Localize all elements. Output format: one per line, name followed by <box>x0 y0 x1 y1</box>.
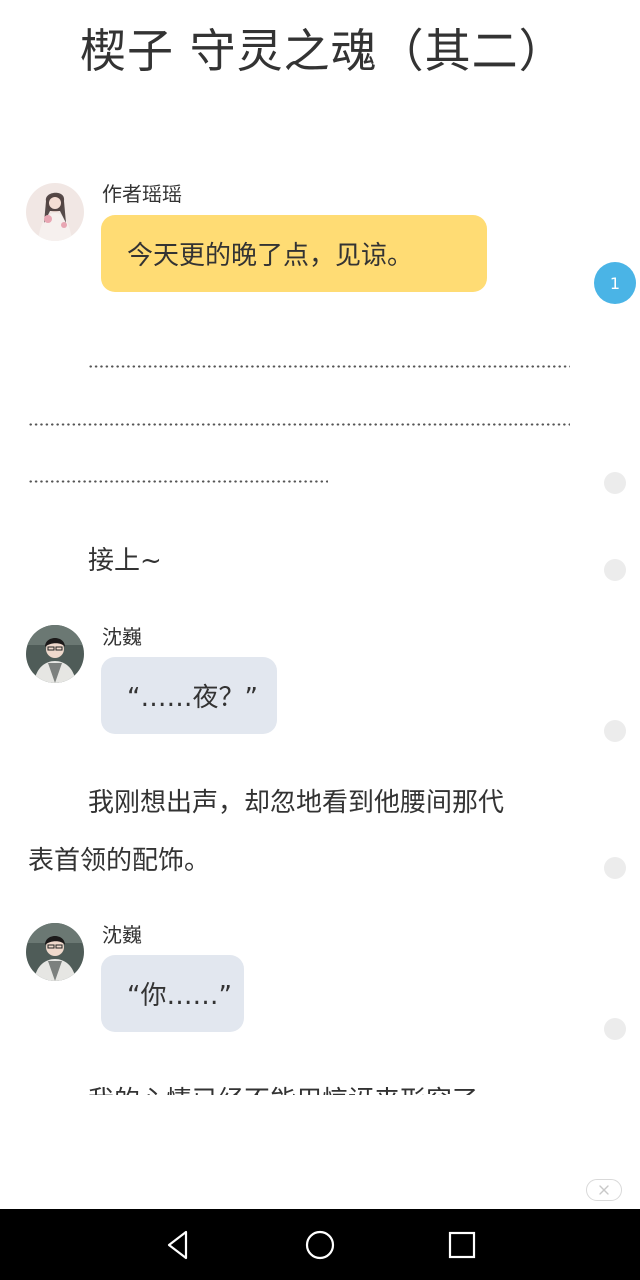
paragraph-comment-marker[interactable] <box>604 559 626 581</box>
circle-home-icon <box>305 1230 335 1260</box>
paragraph-line: 我刚想出声，却忽地看到他腰间那代 <box>88 788 505 818</box>
comment-count-badge[interactable]: 1 <box>594 262 636 304</box>
triangle-back-icon <box>167 1230 188 1260</box>
close-icon <box>599 1185 609 1195</box>
ellipsis-line <box>28 480 328 483</box>
shenwei-avatar[interactable] <box>26 923 84 981</box>
paragraph-line-partial: 我的心情已经不能用惊讶来形容了 <box>88 1080 588 1095</box>
ellipsis-line <box>88 365 570 368</box>
square-recents-icon <box>448 1231 476 1259</box>
chapter-title: 楔子 守灵之魂（其二） <box>80 24 566 78</box>
paragraph-comment-marker[interactable] <box>604 472 626 494</box>
nav-home-button[interactable] <box>300 1225 340 1265</box>
character-message-bubble[interactable]: “……夜？” <box>101 657 277 734</box>
paragraph-continue: 接上~ <box>88 546 162 576</box>
paragraph-comment-marker[interactable] <box>604 1018 626 1040</box>
chapter-content[interactable]: 楔子 守灵之魂（其二） 作者瑶瑶 今天更的晚了点，见谅。 接上~ 沈巍 “……夜… <box>0 0 640 1095</box>
reader-screen: 楔子 守灵之魂（其二） 作者瑶瑶 今天更的晚了点，见谅。 接上~ 沈巍 “……夜… <box>0 0 640 1280</box>
speaker-name: 作者瑶瑶 <box>102 182 182 206</box>
shenwei-avatar[interactable] <box>26 625 84 683</box>
paragraph-comment-marker[interactable] <box>604 857 626 879</box>
author-avatar[interactable] <box>26 183 84 241</box>
character-message-bubble[interactable]: “你……” <box>101 955 244 1032</box>
speaker-name: 沈巍 <box>102 625 142 649</box>
author-message-bubble[interactable]: 今天更的晚了点，见谅。 <box>101 215 487 292</box>
paragraph-comment-marker[interactable] <box>604 720 626 742</box>
nav-back-button[interactable] <box>158 1225 198 1265</box>
nav-recents-button[interactable] <box>442 1225 482 1265</box>
paragraph-line: 表首领的配饰。 <box>28 846 211 876</box>
system-navigation-bar <box>0 1209 640 1280</box>
ellipsis-line <box>28 423 570 426</box>
close-button[interactable] <box>586 1179 622 1201</box>
speaker-name: 沈巍 <box>102 923 142 947</box>
